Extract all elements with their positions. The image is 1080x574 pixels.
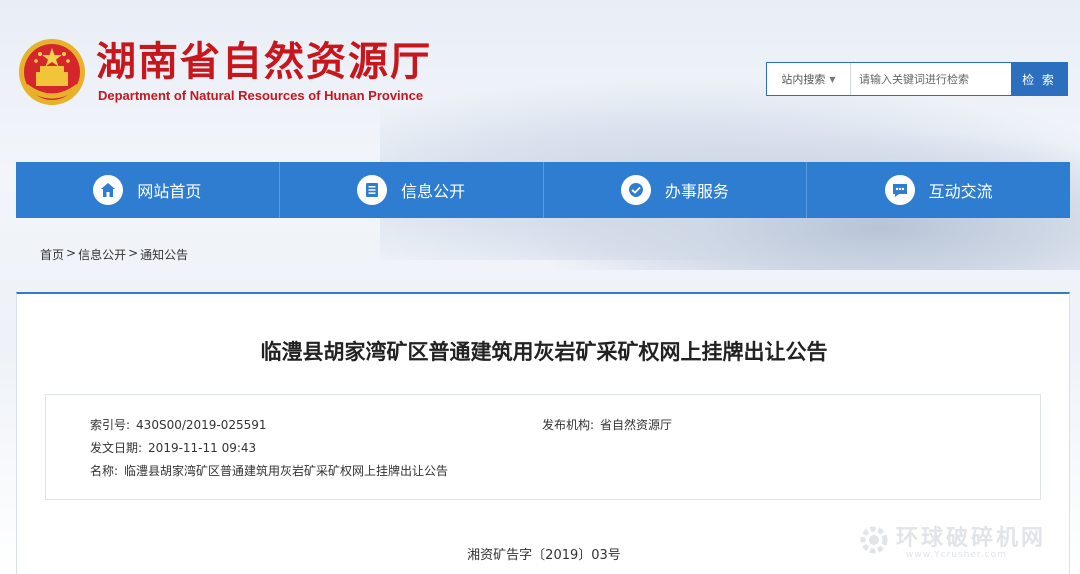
meta-publisher: 发布机构: 省自然资源厅 [542, 417, 672, 433]
main-nav: 网站首页 信息公开 办事服务 互动交流 [16, 162, 1070, 218]
document-list-icon [357, 175, 388, 205]
home-icon [93, 175, 124, 205]
chevron-down-icon: ▼ [829, 74, 836, 84]
meta-date-value: 2019-11-11 09:43 [148, 441, 257, 455]
meta-name: 名称: 临澧县胡家湾矿区普通建筑用灰岩矿采矿权网上挂牌出让公告 [90, 463, 448, 479]
meta-name-value: 临澧县胡家湾矿区普通建筑用灰岩矿采矿权网上挂牌出让公告 [124, 464, 449, 478]
watermark: 环球破碎机网 www.Ycrusher.com [854, 518, 1064, 566]
nav-item-services[interactable]: 办事服务 [544, 162, 808, 218]
breadcrumb-home[interactable]: 首页 [40, 246, 64, 263]
meta-index-value: 430S00/2019-025591 [136, 418, 267, 432]
breadcrumb-separator: > [66, 246, 77, 260]
breadcrumb-separator: > [128, 246, 139, 260]
article-title: 临澧县胡家湾矿区普通建筑用灰岩矿采矿权网上挂牌出让公告 [260, 340, 828, 364]
nav-item-label: 办事服务 [664, 182, 729, 201]
national-emblem-icon[interactable] [16, 36, 88, 108]
breadcrumb-info-disclosure[interactable]: 信息公开 [78, 246, 126, 263]
site-title[interactable]: 湖南省自然资源厅 [96, 38, 432, 86]
search-scope-select[interactable]: 站内搜索 ▼ [767, 63, 851, 95]
meta-date: 发文日期: 2019-11-11 09:43 [90, 440, 256, 456]
nav-item-label: 信息公开 [401, 182, 466, 201]
search-input[interactable]: 请输入关键词进行检索 [851, 63, 1011, 95]
watermark-text: 环球破碎机网 [896, 526, 1047, 551]
meta-name-label: 名称: [90, 464, 119, 478]
meta-index: 索引号: 430S00/2019-025591 [90, 417, 267, 433]
nav-item-label: 网站首页 [137, 182, 202, 201]
search-bar: 站内搜索 ▼ 请输入关键词进行检索 检 索 [766, 62, 1068, 96]
breadcrumb-notices[interactable]: 通知公告 [140, 246, 188, 263]
search-scope-label: 站内搜索 [781, 73, 826, 86]
nav-item-interaction[interactable]: 互动交流 [807, 162, 1070, 218]
meta-index-label: 索引号: [90, 418, 131, 432]
nav-item-home[interactable]: 网站首页 [16, 162, 280, 218]
site-subtitle: Department of Natural Resources of Hunan… [98, 88, 424, 103]
handshake-icon [620, 175, 651, 205]
nav-item-info-disclosure[interactable]: 信息公开 [280, 162, 544, 218]
site-header: 湖南省自然资源厅 Department of Natural Resources… [0, 0, 1080, 160]
meta-publisher-label: 发布机构: [542, 418, 595, 432]
nav-item-label: 互动交流 [928, 182, 993, 201]
meta-date-label: 发文日期: [90, 441, 143, 455]
search-button[interactable]: 检 索 [1011, 63, 1067, 95]
chat-bubble-icon [884, 175, 915, 205]
gear-icon [860, 526, 888, 554]
breadcrumb: 首页 > 信息公开 > 通知公告 [40, 246, 188, 263]
meta-publisher-value: 省自然资源厅 [600, 418, 673, 432]
article-meta-box: 索引号: 430S00/2019-025591 发布机构: 省自然资源厅 发文日期:… [45, 394, 1041, 500]
watermark-url: www.Ycrusher.com [906, 550, 1007, 560]
